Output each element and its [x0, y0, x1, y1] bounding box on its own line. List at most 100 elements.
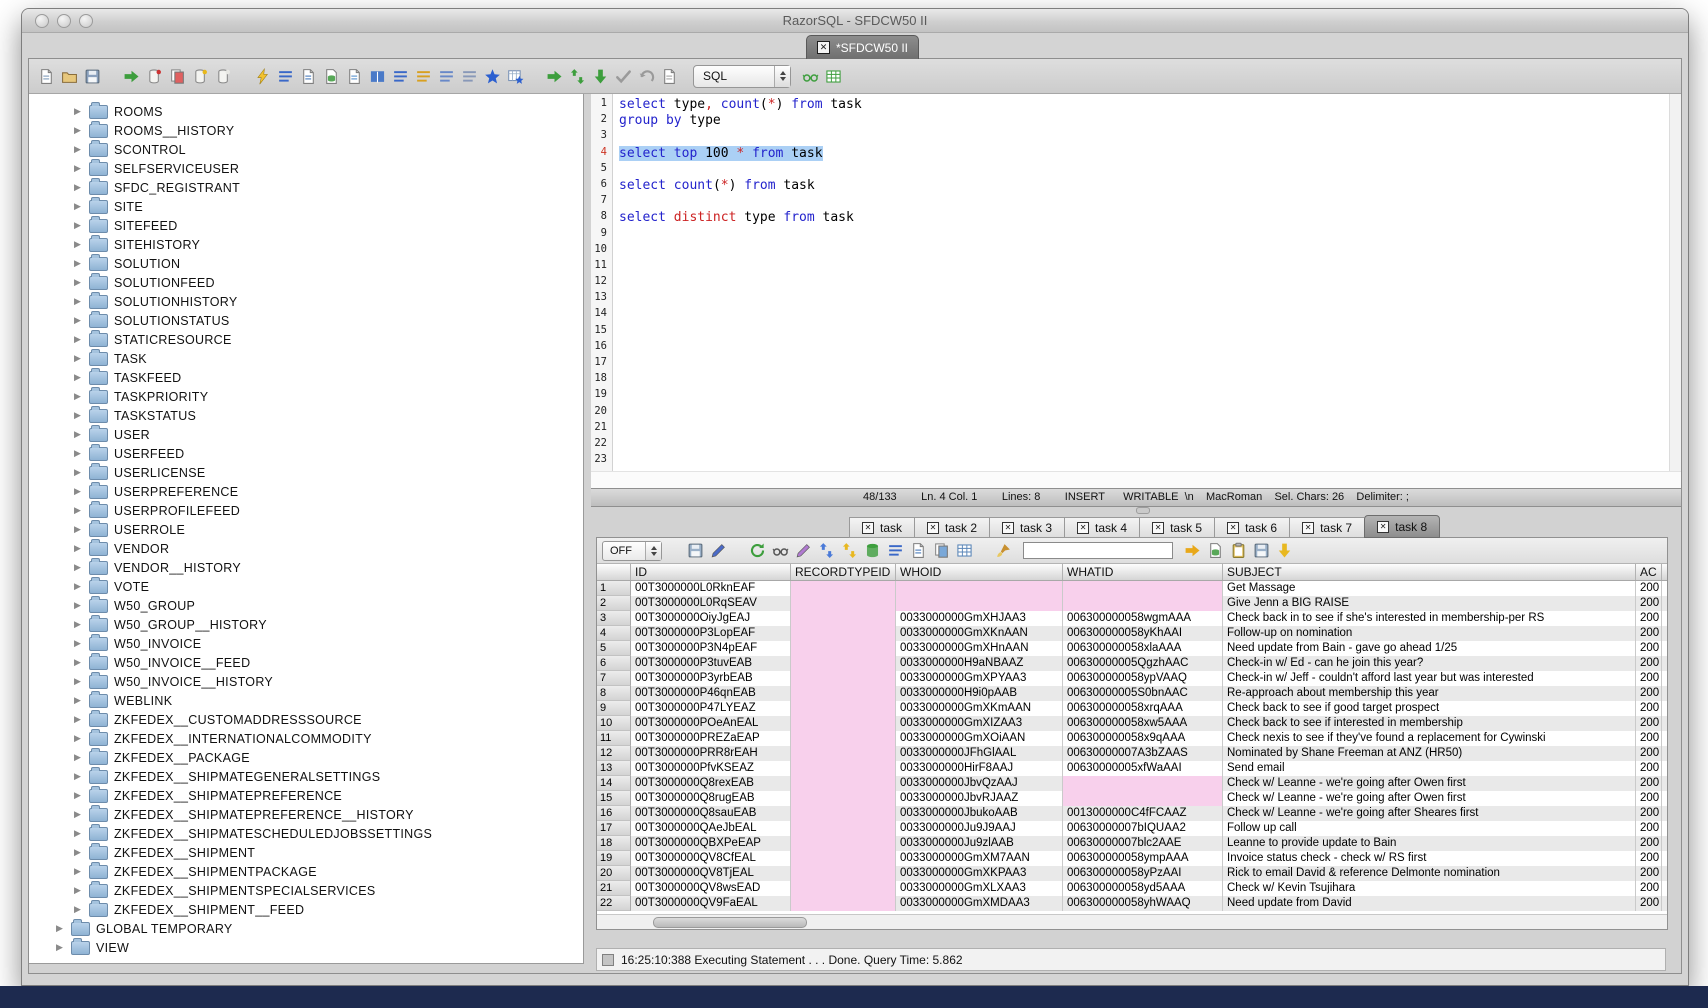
tree-item-view[interactable]: ▶VIEW	[29, 938, 583, 957]
expand-triangle-icon[interactable]: ▶	[74, 752, 83, 763]
result-tab-task-3[interactable]: ✕task 3	[989, 517, 1064, 538]
editor-line[interactable]: 10	[591, 243, 1669, 259]
table-cell[interactable]: Check w/ Kevin Tsujihara	[1223, 881, 1636, 896]
tree-item-zkfedex-shipmatepreference-history[interactable]: ▶ZKFEDEX__SHIPMATEPREFERENCE__HISTORY	[29, 805, 583, 824]
close-result-tab-icon[interactable]: ✕	[1377, 521, 1389, 533]
table-cell[interactable]: 0033000000JbvQzAAJ	[896, 776, 1063, 791]
tree-item-zkfedex-shipmentpackage[interactable]: ▶ZKFEDEX__SHIPMENTPACKAGE	[29, 862, 583, 881]
table-cell[interactable]: 006300000058ympAAA	[1063, 851, 1223, 866]
tree-item-weblink[interactable]: ▶WEBLINK	[29, 691, 583, 710]
table-cell[interactable]	[791, 701, 896, 716]
tree-item-zkfedex-shipmentspecialservices[interactable]: ▶ZKFEDEX__SHIPMENTSPECIALSERVICES	[29, 881, 583, 900]
zoom-window-button[interactable]	[79, 14, 93, 28]
table-cell[interactable]: 0033000000HirF8AAJ	[896, 761, 1063, 776]
table-cell[interactable]: 0033000000GmXIZAA3	[896, 716, 1063, 731]
tree-item-zkfedex-shipmatepreference[interactable]: ▶ZKFEDEX__SHIPMATEPREFERENCE	[29, 786, 583, 805]
table-row[interactable]: 1300T3000000PfvKSEAZ0033000000HirF8AAJ00…	[597, 761, 1667, 776]
connect-icon[interactable]	[122, 67, 141, 86]
column-info-icon[interactable]	[909, 541, 928, 560]
table-cell[interactable]: 200	[1636, 791, 1662, 806]
table-cell[interactable]: 200	[1636, 806, 1662, 821]
expand-triangle-icon[interactable]: ▶	[74, 733, 83, 744]
table-cell[interactable]	[791, 671, 896, 686]
tree-item-taskfeed[interactable]: ▶TASKFEED	[29, 368, 583, 387]
editor-line[interactable]: 8select distinct type from task	[591, 210, 1669, 226]
table-cell[interactable]: Nominated by Shane Freeman at ANZ (HR50)	[1223, 746, 1636, 761]
editor-line[interactable]: 21	[591, 421, 1669, 437]
table-cell[interactable]: 00T3000000QBXPeEAP	[631, 836, 791, 851]
table-cell[interactable]: 200	[1636, 641, 1662, 656]
table-row[interactable]: 1400T3000000Q8rexEAB0033000000JbvQzAAJCh…	[597, 776, 1667, 791]
table-cell[interactable]	[791, 881, 896, 896]
table-cell[interactable]: 0033000000GmXKPAA3	[896, 866, 1063, 881]
table-row[interactable]: 500T3000000P3N4pEAF0033000000GmXHnAAN006…	[597, 641, 1667, 656]
tree-item-selfserviceuser[interactable]: ▶SELFSERVICEUSER	[29, 159, 583, 178]
tree-item-solutionfeed[interactable]: ▶SOLUTIONFEED	[29, 273, 583, 292]
expand-triangle-icon[interactable]: ▶	[74, 296, 83, 307]
tree-item-w50-invoice-history[interactable]: ▶W50_INVOICE__HISTORY	[29, 672, 583, 691]
expand-triangle-icon[interactable]: ▶	[74, 144, 83, 155]
expand-triangle-icon[interactable]: ▶	[74, 410, 83, 421]
expand-triangle-icon[interactable]: ▶	[74, 581, 83, 592]
table-cell[interactable]: 200	[1636, 626, 1662, 641]
dropdown-stepper-icon[interactable]	[645, 542, 661, 560]
tree-item-zkfedex-package[interactable]: ▶ZKFEDEX__PACKAGE	[29, 748, 583, 767]
table-cell[interactable]: Rick to email David & reference Delmonte…	[1223, 866, 1636, 881]
column-header-SUBJECT[interactable]: SUBJECT	[1223, 564, 1636, 580]
table-cell[interactable]: 0033000000Ju9zlAAB	[896, 836, 1063, 851]
table-cell[interactable]: 0033000000Ju9J9AAJ	[896, 821, 1063, 836]
expand-triangle-icon[interactable]: ▶	[74, 619, 83, 630]
table-cell[interactable]: Check back to see if interested in membe…	[1223, 716, 1636, 731]
table-cell[interactable]: 200	[1636, 686, 1662, 701]
update-row-icon[interactable]	[840, 541, 859, 560]
row-number-cell[interactable]: 21	[597, 881, 631, 896]
table-row[interactable]: 800T3000000P46qnEAB0033000000H9i0pAAB006…	[597, 686, 1667, 701]
undo-icon[interactable]	[637, 67, 656, 86]
filter-sort-icon[interactable]	[709, 541, 728, 560]
table-cell[interactable]: 006300000058yPzAAI	[1063, 866, 1223, 881]
column-header-AC[interactable]: AC	[1636, 564, 1662, 580]
expand-triangle-icon[interactable]: ▶	[74, 524, 83, 535]
table-cell[interactable]: 00T3000000PfvKSEAZ	[631, 761, 791, 776]
tree-item-userrole[interactable]: ▶USERROLE	[29, 520, 583, 539]
expand-triangle-icon[interactable]: ▶	[74, 714, 83, 725]
table-cell[interactable]: 0033000000JFhGlAAL	[896, 746, 1063, 761]
table-cell[interactable]: 00630000005xfWaAAI	[1063, 761, 1223, 776]
table-cell[interactable]	[791, 866, 896, 881]
table-cell[interactable]: 006300000058ypVAAQ	[1063, 671, 1223, 686]
tree-item-solutionstatus[interactable]: ▶SOLUTIONSTATUS	[29, 311, 583, 330]
tree-item-userlicense[interactable]: ▶USERLICENSE	[29, 463, 583, 482]
export-results-icon[interactable]	[1206, 541, 1225, 560]
expand-triangle-icon[interactable]: ▶	[56, 942, 65, 953]
insert-row-icon[interactable]	[817, 541, 836, 560]
table-cell[interactable]	[791, 836, 896, 851]
table-cell[interactable]: Follow-up on nomination	[1223, 626, 1636, 641]
table-cell[interactable]	[791, 776, 896, 791]
row-number-cell[interactable]: 1	[597, 581, 631, 596]
table-cell[interactable]	[1063, 791, 1223, 806]
row-number-cell[interactable]: 14	[597, 776, 631, 791]
go-column-icon[interactable]	[1183, 541, 1202, 560]
expand-triangle-icon[interactable]: ▶	[74, 315, 83, 326]
close-result-tab-icon[interactable]: ✕	[1227, 522, 1239, 534]
expand-triangle-icon[interactable]: ▶	[74, 562, 83, 573]
table-cell[interactable]: Check back to see if good target prospec…	[1223, 701, 1636, 716]
table-cell[interactable]: 00T3000000Q8sauEAB	[631, 806, 791, 821]
table-row[interactable]: 1000T3000000POeAnEAL0033000000GmXIZAA300…	[597, 716, 1667, 731]
table-cell[interactable]	[791, 806, 896, 821]
table-cell[interactable]: 0033000000GmXMDAA3	[896, 896, 1063, 911]
expand-triangle-icon[interactable]: ▶	[74, 467, 83, 478]
table-cell[interactable]: Re-approach about membership this year	[1223, 686, 1636, 701]
column-header-RECORDTYPEID[interactable]: RECORDTYPEID	[791, 564, 896, 580]
editor-line[interactable]: 3	[591, 129, 1669, 145]
tree-item-solution[interactable]: ▶SOLUTION	[29, 254, 583, 273]
align-icon[interactable]	[437, 67, 456, 86]
result-tab-task-7[interactable]: ✕task 7	[1289, 517, 1364, 538]
table-cell[interactable]: 00T3000000P47LYEAZ	[631, 701, 791, 716]
result-tab-task[interactable]: ✕task	[849, 517, 914, 538]
table-cell[interactable]	[791, 626, 896, 641]
table-cell[interactable]: Send email	[1223, 761, 1636, 776]
table-cell[interactable]	[791, 611, 896, 626]
table-cell[interactable]: 006300000058yhWAAQ	[1063, 896, 1223, 911]
indent-icon[interactable]	[414, 67, 433, 86]
